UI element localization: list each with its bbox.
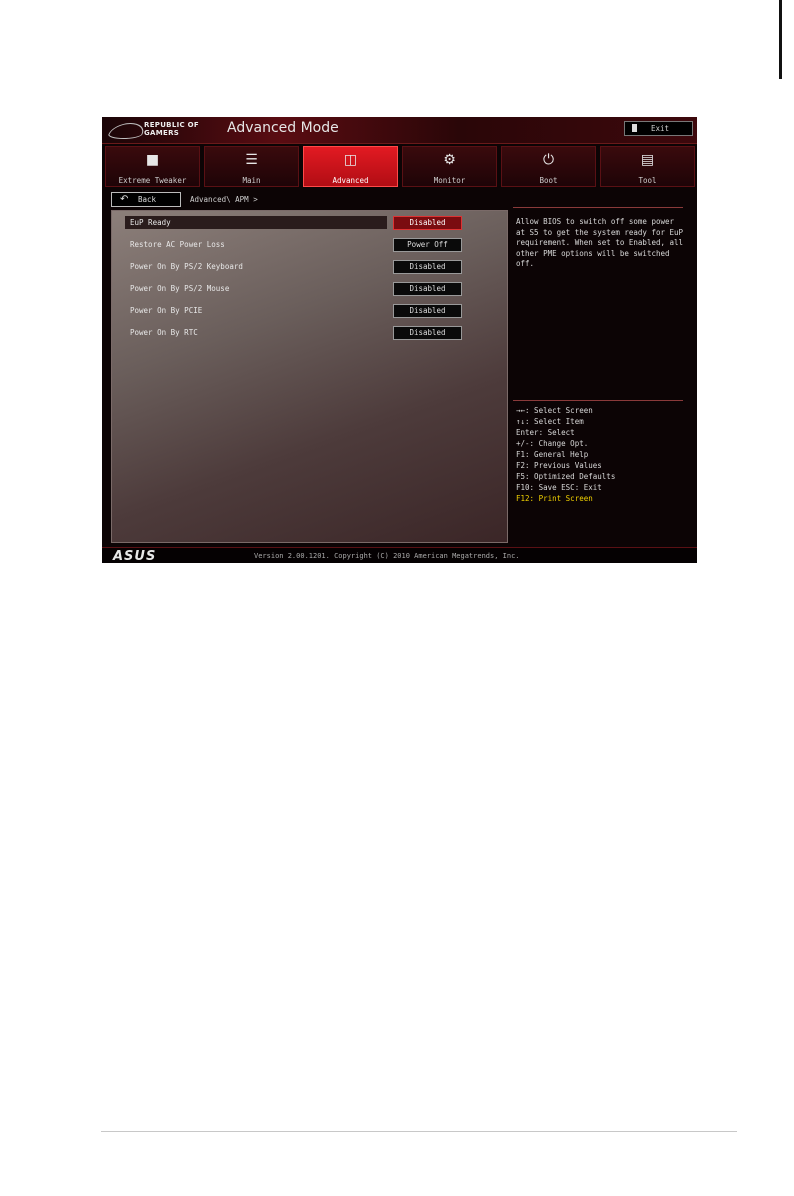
setting-value-dropdown[interactable]: Power Off xyxy=(393,238,462,252)
exit-label: Exit xyxy=(651,124,670,133)
page-footer-rule xyxy=(101,1131,737,1132)
extreme-tweaker-icon: ■ xyxy=(145,152,160,168)
key-hint: F10: Save ESC: Exit xyxy=(516,483,602,492)
footer-bar: ASUS Version 2.00.1201. Copyright (C) 20… xyxy=(102,547,697,563)
key-hint: F5: Optimized Defaults xyxy=(516,472,616,481)
setting-label: Power On By PCIE xyxy=(130,306,203,315)
setting-row-power-on-rtc[interactable]: Power On By RTC Disabled xyxy=(125,326,500,340)
setting-value-dropdown[interactable]: Disabled xyxy=(393,304,462,318)
setting-row-power-on-pcie[interactable]: Power On By PCIE Disabled xyxy=(125,304,500,318)
setting-row-power-on-ps2-mouse[interactable]: Power On By PS/2 Mouse Disabled xyxy=(125,282,500,296)
setting-row-eup-ready[interactable]: EuP Ready Disabled xyxy=(125,216,500,230)
printer-icon: ▤ xyxy=(640,152,655,168)
mode-title: Advanced Mode xyxy=(227,120,339,136)
setting-value-dropdown[interactable]: Disabled xyxy=(393,260,462,274)
list-icon: ☰ xyxy=(245,152,258,168)
tab-label: Tool xyxy=(638,176,657,185)
setting-row-power-on-ps2-keyboard[interactable]: Power On By PS/2 Keyboard Disabled xyxy=(125,260,500,274)
header-bar: REPUBLIC OF GAMERS Advanced Mode Exit xyxy=(102,117,697,144)
power-icon: ⏻ xyxy=(542,152,555,168)
tab-label: Monitor xyxy=(433,176,466,185)
key-hint: ↑↓: Select Item xyxy=(516,417,584,426)
setting-row-restore-ac-power-loss[interactable]: Restore AC Power Loss Power Off xyxy=(125,238,500,252)
setting-label: EuP Ready xyxy=(130,218,171,227)
back-label: Back xyxy=(138,195,157,204)
setting-label: Restore AC Power Loss xyxy=(130,240,225,249)
tab-label: Boot xyxy=(539,176,558,185)
advanced-icon: ◫ xyxy=(343,152,358,168)
settings-panel: EuP Ready Disabled Restore AC Power Loss… xyxy=(111,210,508,543)
setting-value-dropdown[interactable]: Disabled xyxy=(393,216,462,230)
tab-main[interactable]: ☰ Main xyxy=(204,146,299,187)
asus-logo: ASUS xyxy=(113,549,157,563)
page-edge-bar xyxy=(779,0,782,79)
help-divider-bottom xyxy=(513,400,683,401)
key-hint: Enter: Select xyxy=(516,428,575,437)
setting-label: Power On By RTC xyxy=(130,328,198,337)
tab-advanced[interactable]: ◫ Advanced xyxy=(303,146,398,187)
back-arrow-icon: ↶ xyxy=(120,194,129,205)
setting-value-dropdown[interactable]: Disabled xyxy=(393,326,462,340)
tab-label: Extreme Tweaker xyxy=(118,176,187,185)
key-hint: F2: Previous Values xyxy=(516,461,602,470)
rog-eye-icon xyxy=(106,123,148,139)
logo-line1: REPUBLIC OF xyxy=(144,121,199,129)
setting-label: Power On By PS/2 Keyboard xyxy=(130,262,243,271)
logo-line2: GAMERS xyxy=(144,129,180,137)
tab-extreme-tweaker[interactable]: ■ Extreme Tweaker xyxy=(105,146,200,187)
key-hint: →←: Select Screen xyxy=(516,406,593,415)
tab-boot[interactable]: ⏻ Boot xyxy=(501,146,596,187)
exit-button[interactable]: Exit xyxy=(624,121,693,136)
setting-value-dropdown[interactable]: Disabled xyxy=(393,282,462,296)
rog-logo: REPUBLIC OF GAMERS xyxy=(106,121,210,139)
breadcrumb[interactable]: Advanced\ APM > xyxy=(190,195,258,204)
key-legend: →←: Select Screen ↑↓: Select Item Enter:… xyxy=(516,405,615,504)
exit-door-icon xyxy=(632,124,637,132)
tab-label: Advanced xyxy=(332,176,369,185)
tab-tool[interactable]: ▤ Tool xyxy=(600,146,695,187)
bios-screen: REPUBLIC OF GAMERS Advanced Mode Exit ■ … xyxy=(102,117,697,563)
help-divider-top xyxy=(513,207,683,208)
tab-bar: ■ Extreme Tweaker ☰ Main ◫ Advanced ⚙ Mo… xyxy=(105,146,695,187)
key-hint: +/-: Change Opt. xyxy=(516,439,589,448)
monitor-icon: ⚙ xyxy=(443,152,456,168)
tab-label: Main xyxy=(242,176,261,185)
tab-monitor[interactable]: ⚙ Monitor xyxy=(402,146,497,187)
setting-label: Power On By PS/2 Mouse xyxy=(130,284,230,293)
back-button[interactable]: ↶ Back xyxy=(111,192,181,207)
key-hint-print-screen: F12: Print Screen xyxy=(516,494,593,503)
key-hint: F1: General Help xyxy=(516,450,589,459)
help-text: Allow BIOS to switch off some power at S… xyxy=(516,217,684,268)
version-text: Version 2.00.1201. Copyright (C) 2010 Am… xyxy=(254,552,520,560)
